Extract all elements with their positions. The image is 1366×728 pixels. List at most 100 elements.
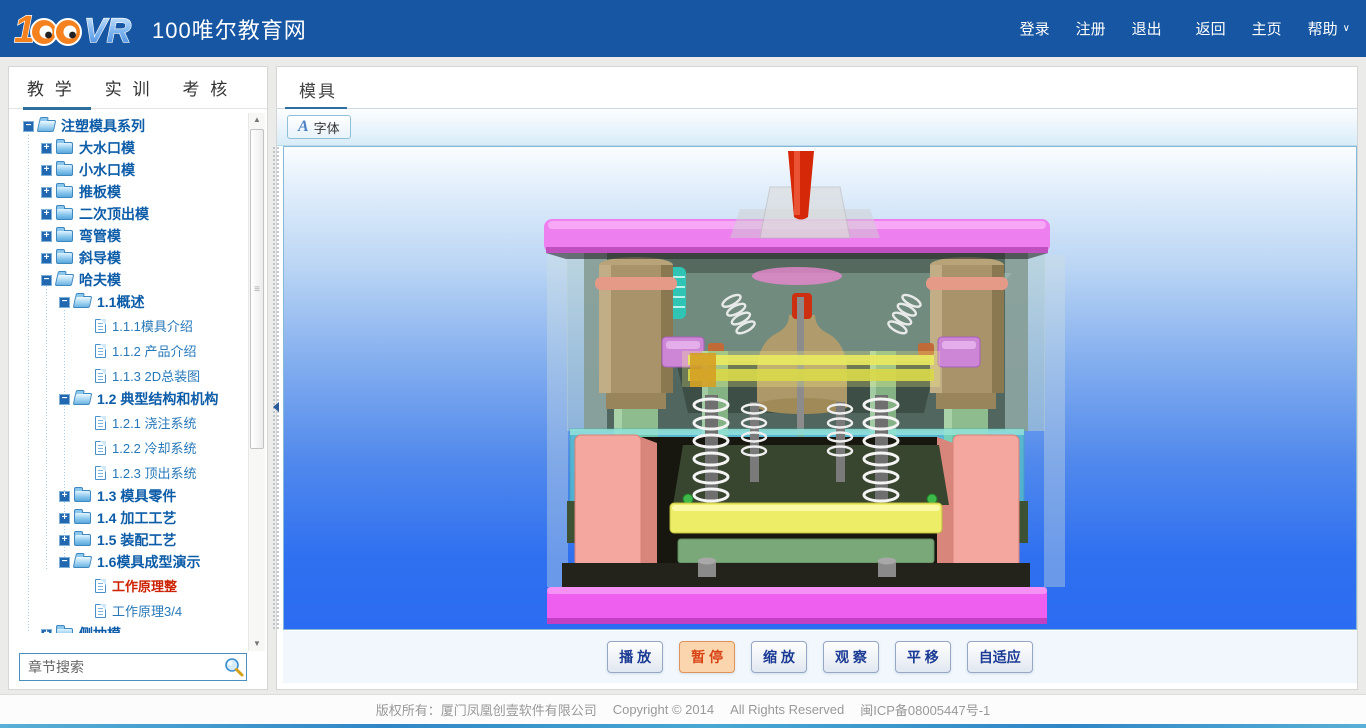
nav-login[interactable]: 登录 — [1020, 18, 1050, 39]
tree-item[interactable]: 1.3 模具零件 — [15, 485, 253, 507]
3d-viewer-canvas[interactable] — [283, 146, 1357, 630]
pan-button[interactable]: 平 移 — [895, 641, 951, 673]
tree-item[interactable]: 1.2.1 浇注系统 — [15, 410, 253, 435]
tree-item[interactable]: 1.2 典型结构和机构 — [15, 388, 253, 410]
site-title: 100唯尔教育网 — [152, 13, 307, 45]
expand-icon[interactable] — [41, 143, 52, 154]
tree-item[interactable]: 1.2.2 冷却系统 — [15, 435, 253, 460]
tree-item-label: 1.6模具成型演示 — [97, 552, 200, 572]
tree-item[interactable]: 1.1.1模具介绍 — [15, 313, 253, 338]
tab-assessment[interactable]: 考 核 — [182, 75, 230, 100]
top-header: 1 VR 100唯尔教育网 登录 注册 退出 返回 主页 帮助 ∨ — [0, 0, 1366, 57]
document-icon — [95, 604, 106, 618]
scroll-down-icon[interactable]: ▼ — [249, 637, 265, 651]
sidebar-tabs: 教 学 实 训 考 核 — [9, 67, 267, 109]
expand-icon[interactable] — [59, 491, 70, 502]
search-icon[interactable] — [222, 656, 246, 678]
tree-item[interactable]: 工作原理3/4 — [15, 598, 253, 623]
nav-back[interactable]: 返回 — [1196, 18, 1226, 39]
collapse-icon[interactable] — [23, 121, 34, 132]
tree-item[interactable]: 1.2.3 顶出系统 — [15, 460, 253, 485]
scroll-up-icon[interactable]: ▲ — [249, 113, 265, 127]
copyright-en: Copyright © 2014 — [613, 702, 714, 717]
tab-mold[interactable]: 模具 — [299, 77, 337, 102]
collapse-icon[interactable] — [41, 275, 52, 286]
folder-icon — [56, 208, 73, 220]
collapse-icon[interactable] — [59, 394, 70, 405]
font-button[interactable]: A 字体 — [287, 115, 351, 139]
play-button[interactable]: 播 放 — [607, 641, 663, 673]
tree-item[interactable]: 1.1概述 — [15, 291, 253, 313]
nav-help[interactable]: 帮助 — [1308, 18, 1338, 39]
tree-item-label: 工作原理3/4 — [112, 601, 182, 620]
scrollbar-thumb[interactable]: ≡ — [250, 129, 264, 449]
tree-item-label: 小水口模 — [79, 160, 135, 180]
tree-item-label: 1.1概述 — [97, 292, 144, 312]
nav-home[interactable]: 主页 — [1252, 18, 1282, 39]
tab-teaching[interactable]: 教 学 — [27, 75, 75, 100]
auto-fit-button[interactable]: 自适应 — [967, 641, 1033, 673]
expand-icon[interactable] — [41, 231, 52, 242]
zoom-button[interactable]: 缩 放 — [751, 641, 807, 673]
page-footer: 版权所有：厦门凤凰创壹软件有限公司 Copyright © 2014 All R… — [0, 694, 1366, 724]
tree-item[interactable]: 弯管模 — [15, 225, 253, 247]
mold-3d-model — [284, 147, 1358, 631]
tree-item-label: 注塑模具系列 — [61, 116, 145, 136]
tree-item[interactable]: 1.6模具成型演示 — [15, 551, 253, 573]
tree-item[interactable]: 1.1.3 2D总装图 — [15, 363, 253, 388]
tree-item[interactable]: 大水口模 — [15, 137, 253, 159]
folder-icon — [56, 186, 73, 198]
folder-open-icon — [73, 296, 93, 308]
nav-logout[interactable]: 退出 — [1132, 18, 1162, 39]
svg-text:VR: VR — [84, 12, 132, 50]
document-icon — [95, 369, 106, 383]
tree-item-label: 1.2 典型结构和机构 — [97, 389, 218, 409]
expand-icon[interactable] — [41, 629, 52, 634]
chevron-down-icon[interactable]: ∨ — [1343, 23, 1350, 34]
tree-item[interactable]: 侧抽模 — [15, 623, 253, 633]
collapse-sidebar-icon[interactable] — [273, 402, 279, 412]
expand-icon[interactable] — [41, 209, 52, 220]
tree-item[interactable]: 1.1.2 产品介绍 — [15, 338, 253, 363]
folder-open-icon — [73, 556, 93, 568]
tab-practice[interactable]: 实 训 — [105, 75, 153, 100]
tree-item-label: 弯管模 — [79, 226, 121, 246]
document-icon — [95, 344, 106, 358]
collapse-icon[interactable] — [59, 557, 70, 568]
tree-item[interactable]: 1.4 加工工艺 — [15, 507, 253, 529]
folder-icon — [56, 230, 73, 242]
tree-item-label: 二次顶出模 — [79, 204, 149, 224]
expand-icon[interactable] — [41, 253, 52, 264]
tree-item[interactable]: 1.5 装配工艺 — [15, 529, 253, 551]
content-tabbar: 模具 — [277, 67, 1357, 109]
tree-item[interactable]: 斜导模 — [15, 247, 253, 269]
tree-item[interactable]: 注塑模具系列 — [15, 115, 253, 137]
folder-icon — [56, 142, 73, 154]
pause-button[interactable]: 暂 停 — [679, 641, 735, 673]
site-logo[interactable]: 1 VR — [14, 8, 142, 50]
icp-number: 闽ICP备08005447号-1 — [860, 700, 990, 719]
tree-item[interactable]: 推板模 — [15, 181, 253, 203]
tree-item[interactable]: 小水口模 — [15, 159, 253, 181]
folder-open-icon — [55, 274, 75, 286]
sidebar-scrollbar[interactable]: ▲ ≡ ▼ — [248, 113, 265, 651]
folder-icon — [74, 534, 91, 546]
tree-item-label: 推板模 — [79, 182, 121, 202]
search-input[interactable] — [20, 659, 222, 675]
expand-icon[interactable] — [59, 535, 70, 546]
collapse-icon[interactable] — [59, 297, 70, 308]
document-icon — [95, 441, 106, 455]
tree-item-selected[interactable]: 工作原理整 — [15, 573, 253, 598]
tree-item[interactable]: 二次顶出模 — [15, 203, 253, 225]
expand-icon[interactable] — [59, 513, 70, 524]
nav-register[interactable]: 注册 — [1076, 18, 1106, 39]
top-nav: 登录 注册 退出 返回 主页 帮助 ∨ — [994, 0, 1350, 57]
chapter-tree: 注塑模具系列 大水口模 小水口模 推板模 二次顶出模 弯管模 — [15, 115, 253, 633]
playback-controls: 播 放 暂 停 缩 放 观 察 平 移 自适应 — [283, 631, 1357, 683]
tree-item[interactable]: 哈夫模 — [15, 269, 253, 291]
expand-icon[interactable] — [41, 165, 52, 176]
font-icon: A — [298, 119, 309, 135]
observe-button[interactable]: 观 察 — [823, 641, 879, 673]
expand-icon[interactable] — [41, 187, 52, 198]
panel-splitter[interactable] — [272, 146, 281, 630]
